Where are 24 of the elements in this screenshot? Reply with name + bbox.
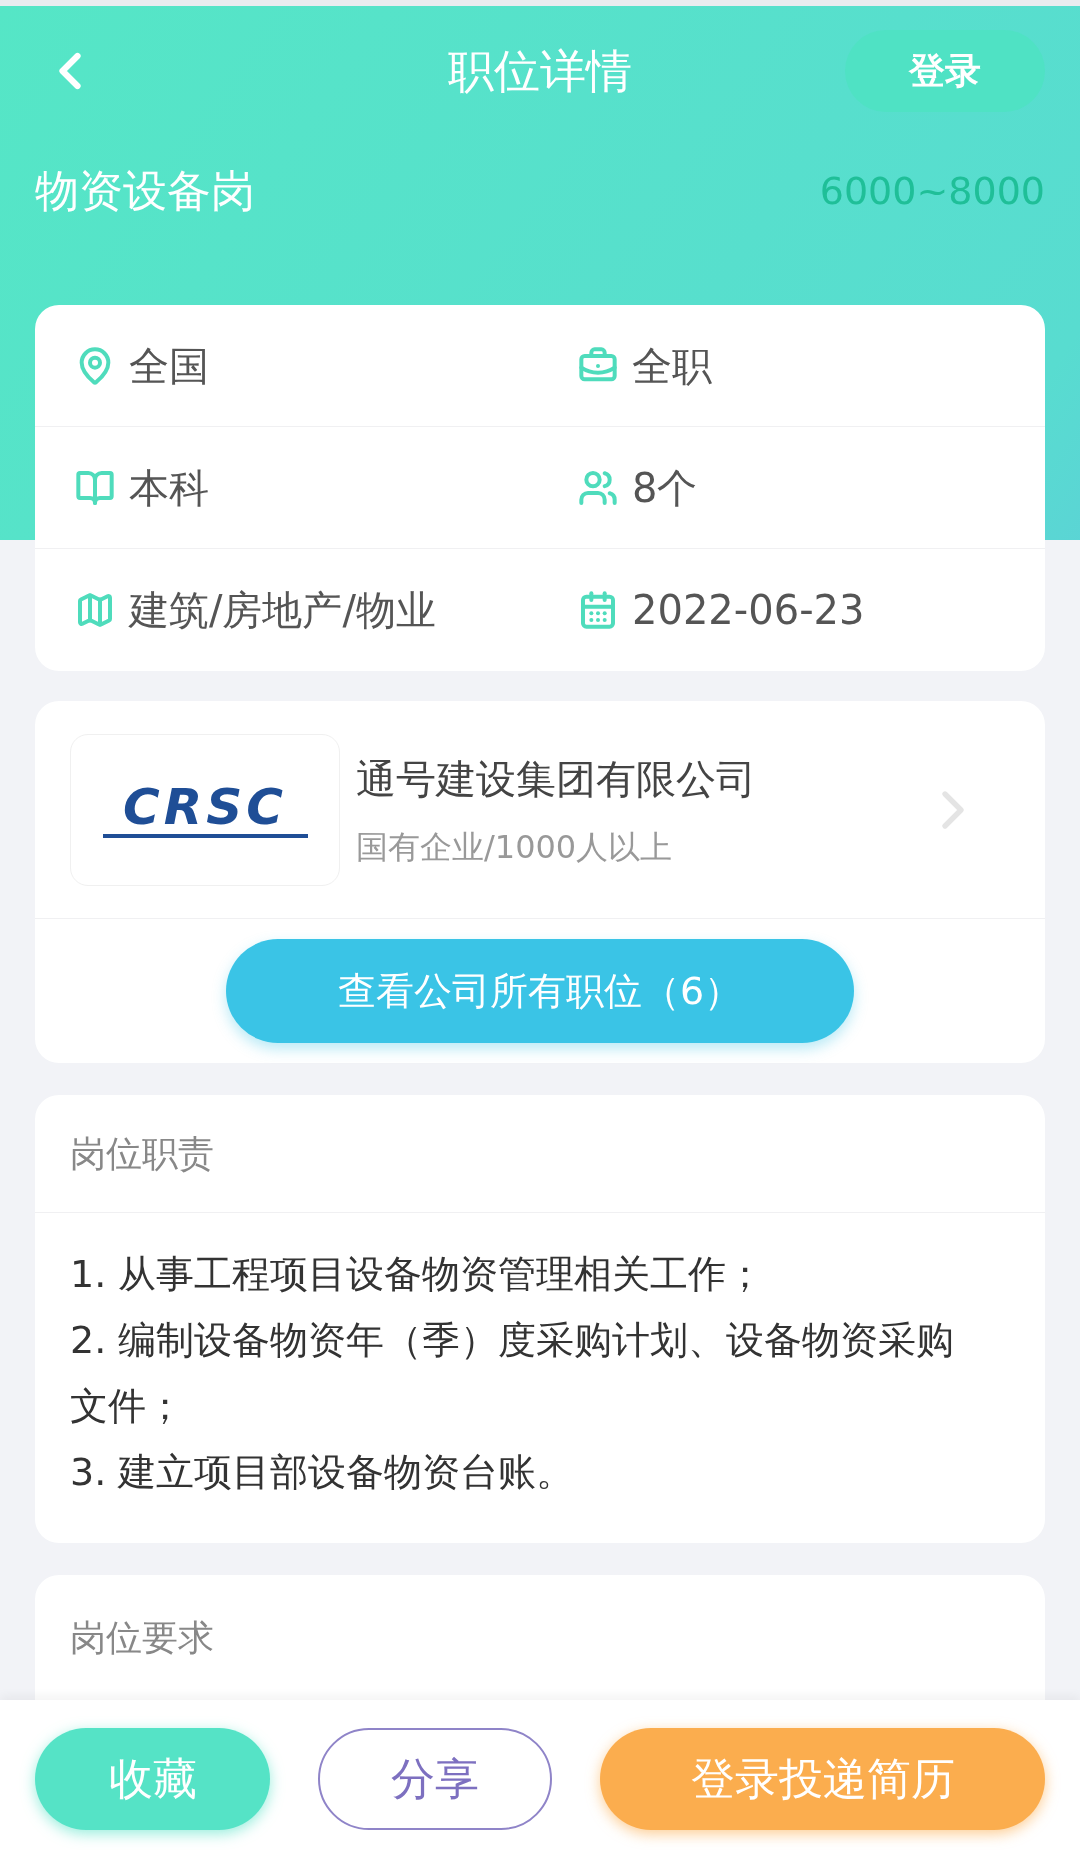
company-logo: CRSC [70,733,340,886]
favorite-button[interactable]: 收藏 [35,1728,270,1830]
login-button[interactable]: 登录 [845,30,1045,112]
section-heading: 岗位要求 [70,1617,214,1658]
duty-text: 3. 建立项目部设备物资台账。 [70,1449,576,1496]
info-text: 全职 [632,341,712,391]
page-title: 职位详情 [448,42,632,100]
info-text: 建筑/房地产/物业 [129,586,436,635]
job-title: 物资设备岗 [35,164,255,218]
info-text: 本科 [129,463,209,513]
company-info: 国有企业/1000人以上 [356,826,674,868]
salary: 6000~8000 [819,167,1045,215]
folded-map-icon [75,590,115,630]
view-all-jobs-button[interactable]: 查看公司所有职位（6） [226,939,854,1043]
info-text: 全国 [129,341,209,391]
calendar-icon [578,590,618,630]
share-button[interactable]: 分享 [318,1728,552,1830]
info-text: 8个 [632,463,698,513]
section-heading: 岗位职责 [70,1131,214,1176]
duty-text: 1. 从事工程项目设备物资管理相关工作； [70,1251,766,1298]
info-text: 2022-06-23 [632,586,865,635]
company-name: 通号建设集团有限公司 [356,754,757,804]
duty-text: 2. 编制设备物资年（季）度采购计划、设备物资采购文件； [70,1317,956,1430]
apply-button[interactable]: 登录投递简历 [600,1728,1045,1830]
